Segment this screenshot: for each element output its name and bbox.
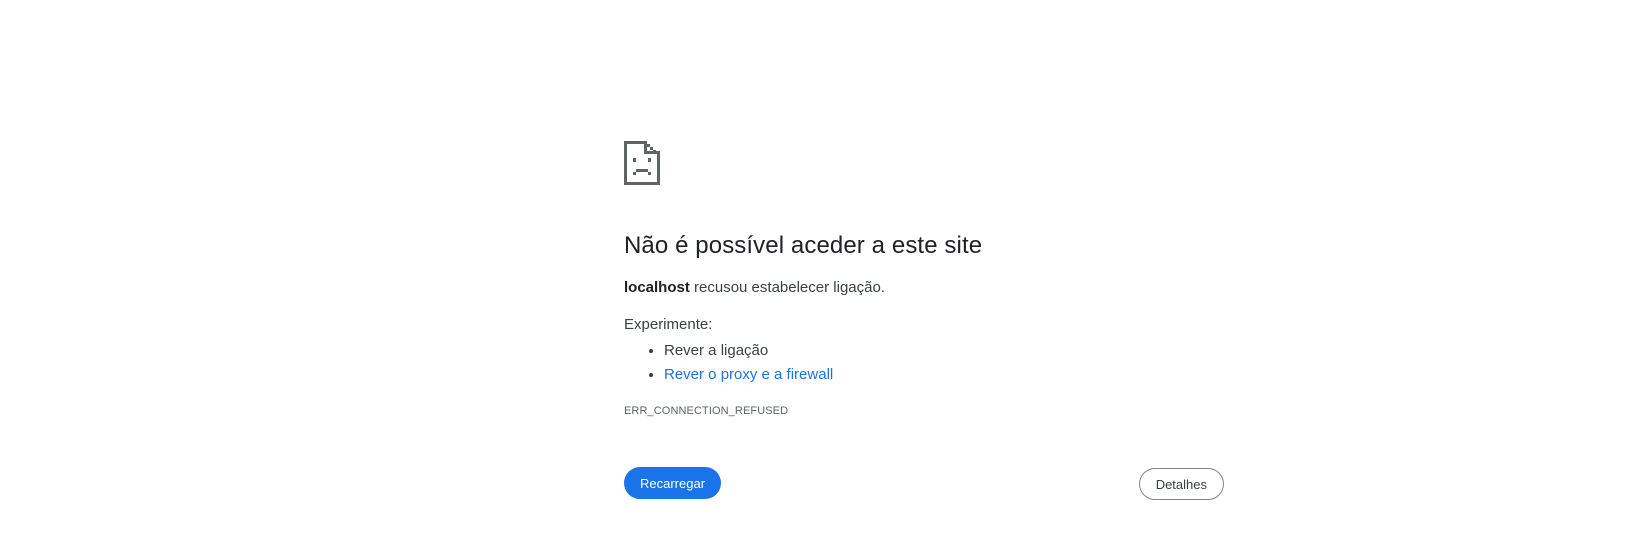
page-title: Não é possível aceder a este site <box>624 232 983 259</box>
sad-page-icon <box>624 141 660 185</box>
suggestions-list: Rever a ligação Rever o proxy e a firewa… <box>624 339 1224 387</box>
suggestion-item: Rever o proxy e a firewall <box>664 363 1224 387</box>
reload-button[interactable]: Recarregar <box>624 467 722 499</box>
button-row: Recarregar Detalhes <box>624 467 1224 501</box>
suggestion-item: Rever a ligação <box>664 339 1224 363</box>
error-page: Não é possível aceder a este site localh… <box>624 141 1224 501</box>
details-button[interactable]: Detalhes <box>1138 468 1224 500</box>
suggestion-check-proxy-link[interactable]: Rever o proxy e a firewall <box>664 366 833 383</box>
error-message: recusou estabelecer ligação. <box>689 279 885 296</box>
suggestions-heading: Experimente: <box>624 316 713 333</box>
error-code: ERR_CONNECTION_REFUSED <box>624 405 789 417</box>
error-summary: localhost recusou estabelecer ligação. <box>624 278 1224 298</box>
host-name: localhost <box>624 279 690 296</box>
suggestion-check-connection: Rever a ligação <box>664 342 769 359</box>
